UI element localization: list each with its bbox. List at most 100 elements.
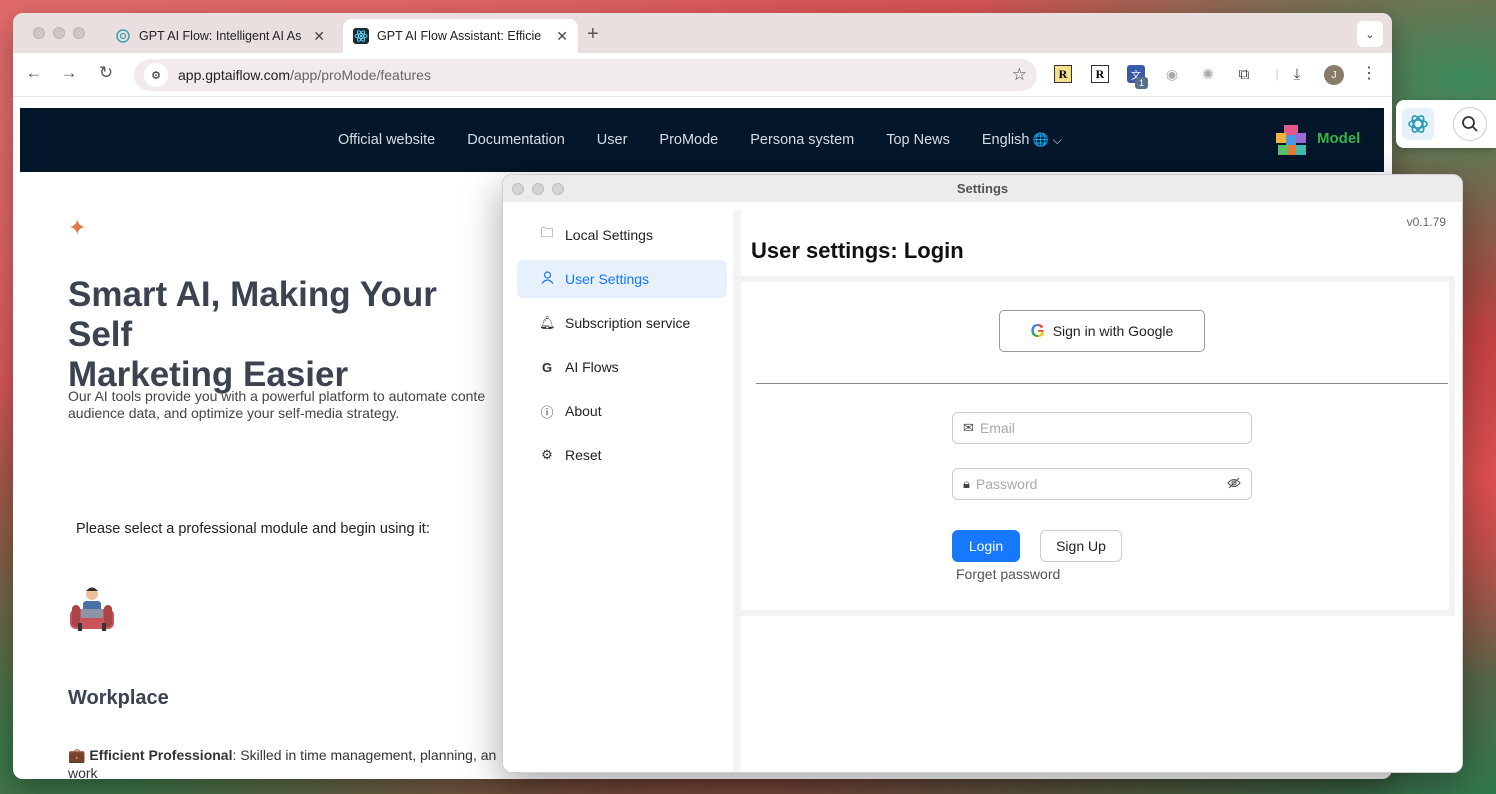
language-selector[interactable]: English 🌐 ⌵ [982,132,1062,148]
back-icon[interactable]: ← [22,63,46,83]
site-info-icon[interactable]: ⚙ [144,63,168,87]
sign-up-button[interactable]: Sign Up [1040,530,1122,562]
settings-window: Settings 🗀 Local Settings User Settings … [502,174,1463,773]
tab-title: GPT AI Flow Assistant: Efficie [377,29,542,43]
folder-icon: 🗀 [540,225,554,240]
email-field[interactable]: ✉ Email [952,412,1252,444]
address-bar[interactable]: ⚙ app.gptaiflow.com/app/proMode/features… [134,59,1037,91]
sidebar-item-label: User Settings [565,271,650,287]
google-sign-in-button[interactable]: G Sign in with Google [999,310,1205,352]
version-label: v0.1.79 [1406,215,1446,229]
forward-icon[interactable]: → [57,63,81,83]
sidebar-item-ai-flows[interactable]: G AI Flows [517,348,727,386]
hero-title-line: Smart AI, Making Your Self [68,275,437,354]
hero-desc-line: Our AI tools provide you with a powerful… [68,388,486,404]
language-label: English [981,132,1030,148]
hero-desc-line: audience data, and optimize your self-me… [68,405,400,421]
camera-extension-icon[interactable]: ◉ [1163,65,1181,83]
window-controls[interactable] [512,183,564,195]
tab-title: GPT AI Flow: Intelligent AI As [139,29,302,43]
more-menu-icon[interactable]: ⋮ [1361,63,1377,83]
bookmark-star-icon[interactable]: ☆ [1012,65,1027,85]
chatgpt-icon[interactable] [1402,108,1434,140]
close-icon[interactable]: ✕ [313,28,325,45]
password-field[interactable]: 🔒︎ Password [952,468,1252,500]
efficient-text: : Skilled in time management, planning, … [232,747,497,763]
page-title: User settings: Login [751,238,964,263]
tab-bar: GPT AI Flow: Intelligent AI As ✕ GPT AI … [13,13,1392,53]
chat-extension-sidebar [1396,100,1496,148]
nav-persona-system[interactable]: Persona system [750,132,854,148]
settings-body: 🗀 Local Settings User Settings 🔔︎ Subscr… [503,202,1462,772]
close-window-button[interactable] [512,183,524,195]
zoom-window-button[interactable] [73,27,85,39]
search-icon[interactable] [1453,107,1487,141]
google-g-icon: G [541,359,553,375]
minimize-window-button[interactable] [53,27,65,39]
url-path: /app/proMode/features [290,67,431,83]
reload-icon[interactable]: ↻ [94,63,118,83]
bell-icon: 🔔︎ [539,315,556,330]
sidebar-item-subscription[interactable]: 🔔︎ Subscription service [517,304,727,342]
settings-titlebar: Settings [503,175,1462,202]
settings-sidebar: 🗀 Local Settings User Settings 🔔︎ Subscr… [503,202,733,772]
tab-search-button[interactable]: ⌄ [1357,21,1383,47]
download-icon[interactable]: ⤓ [1288,65,1306,83]
google-icon: G [1030,320,1045,341]
email-placeholder: Email [979,420,1015,436]
sidebar-item-label: Local Settings [565,227,653,243]
sidebar-item-about[interactable]: ⓘ About [517,392,727,430]
sidebar-item-label: Reset [565,447,602,463]
nav-promode[interactable]: ProMode [659,132,718,148]
password-placeholder: Password [975,476,1038,492]
settings-window-title: Settings [956,181,1009,196]
login-button[interactable]: Login [952,530,1020,562]
model-link[interactable]: Model [1317,130,1360,147]
zoom-window-button[interactable] [552,183,564,195]
login-panel: G Sign in with Google ✉ Email 🔒︎ Passwor… [735,276,1455,616]
hero-description: Our AI tools provide you with a powerful… [68,388,518,422]
briefcase-icon: 💼 [68,747,86,763]
extension-badge: 1 [1135,77,1148,89]
url-host: app.gptaiflow.com [178,67,291,83]
nav-documentation[interactable]: Documentation [467,132,565,148]
sidebar-item-label: AI Flows [565,359,619,375]
minimize-window-button[interactable] [532,183,544,195]
close-window-button[interactable] [33,27,45,39]
sidebar-item-user-settings[interactable]: User Settings [517,260,727,298]
reader-extension-icon[interactable]: R [1091,65,1109,83]
new-tab-button[interactable]: + [587,23,599,46]
lock-icon: 🔒︎ [963,476,970,491]
sidebar-item-local-settings[interactable]: 🗀 Local Settings [517,216,727,254]
browser-toolbar: ← → ↻ ⚙ app.gptaiflow.com/app/proMode/fe… [13,53,1392,97]
user-icon [539,271,555,287]
divider [756,383,1448,384]
window-controls[interactable] [33,27,85,39]
forget-password-link[interactable]: Forget password [956,566,1060,582]
sidebar-item-label: Subscription service [565,315,691,331]
nav-top-news[interactable]: Top News [886,132,950,148]
tab-gpt-ai-flow[interactable]: GPT AI Flow: Intelligent AI As ✕ [105,19,335,53]
sparkle-icon: ✦ [68,215,87,240]
tab-gpt-ai-flow-assistant[interactable]: GPT AI Flow Assistant: Efficie ✕ [343,19,578,53]
profile-avatar[interactable]: J [1324,65,1344,85]
nav-user[interactable]: User [597,132,628,148]
efficient-professional-item: 💼 Efficient Professional: Skilled in tim… [68,746,518,779]
extensions-puzzle-icon[interactable]: ⧉ [1235,65,1253,83]
person-on-couch-icon[interactable] [66,583,118,635]
readwise-extension-icon[interactable]: R [1054,65,1072,83]
select-module-prompt: Please select a professional module and … [76,521,430,537]
workplace-title: Workplace [68,687,169,709]
efficient-text-continued: work [68,765,98,779]
google-button-label: Sign in with Google [1052,323,1174,339]
site-navbar: Official website Documentation User ProM… [20,108,1384,172]
globe-icon: 🌐 [1032,132,1049,147]
eye-off-icon[interactable] [1227,477,1241,492]
ai-extension-icon[interactable]: ✺ [1199,65,1217,83]
hero-title: Smart AI, Making Your Self Marketing Eas… [68,275,508,395]
react-icon [353,28,369,44]
sidebar-item-reset[interactable]: ⚙ Reset [517,436,727,474]
cube-logo-icon[interactable] [1274,123,1308,157]
nav-official-website[interactable]: Official website [338,132,435,148]
close-icon[interactable]: ✕ [556,28,568,45]
